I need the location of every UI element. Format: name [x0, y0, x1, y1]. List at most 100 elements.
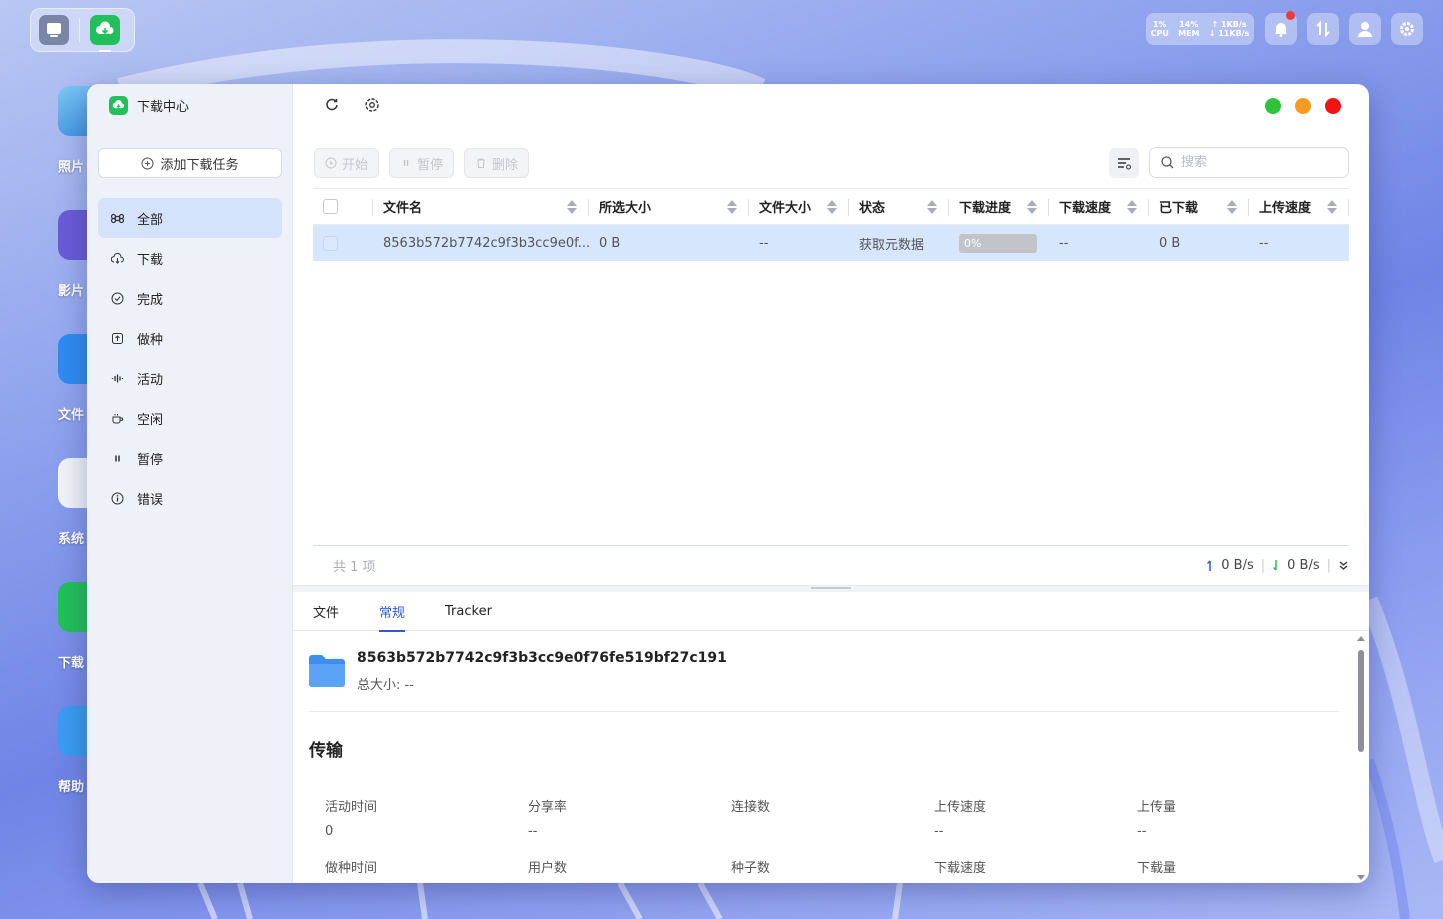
tab-files[interactable]: 文件 — [313, 592, 339, 631]
transfer-button[interactable] — [1307, 13, 1339, 45]
stat-label: 上传速度 — [934, 800, 987, 815]
sidebar-item-label: 活动 — [137, 372, 164, 388]
cell-file-size: -- — [759, 235, 769, 251]
pause-label: 暂停 — [417, 157, 444, 173]
scroll-up-arrow-icon[interactable] — [1357, 636, 1365, 641]
sidebar-item-completed[interactable]: 完成 — [98, 278, 282, 318]
sidebar-item-downloading[interactable]: 下载 — [98, 238, 282, 278]
item-count: 共 1 项 — [333, 560, 376, 575]
panel-splitter[interactable] — [293, 585, 1369, 592]
task-table: 文件名 所选大小 文件大小 状态 下载进度 下载速度 已下载 上传速度 8563… — [313, 188, 1349, 261]
stat-item: 上传速度 -- — [934, 796, 1137, 839]
total-down-rate: 0 B/s — [1287, 558, 1320, 573]
start-label: 开始 — [342, 157, 369, 173]
sidebar-item-idle[interactable]: 空闲 — [98, 398, 282, 438]
stat-value: -- — [1137, 824, 1147, 839]
sidebar-item-error[interactable]: 错误 — [98, 478, 282, 518]
search-box[interactable] — [1149, 147, 1349, 178]
maximize-button[interactable] — [1265, 98, 1281, 114]
header-cell-down-speed[interactable]: 下载速度 — [1049, 189, 1149, 224]
row-checkbox[interactable] — [323, 235, 338, 251]
sidebar-nav: 全部 下载 完成 做种 活动 空闲 暂停 错误 — [98, 198, 282, 518]
cpu-label: CPU — [1150, 29, 1169, 38]
detail-tabs: 文件 常规 Tracker — [293, 592, 1369, 632]
torrent-header: 8563b572b7742c9f3b3cc9e0f76fe519bf27c191… — [309, 649, 727, 693]
sort-icon — [567, 200, 577, 214]
app-title: 下载中心 — [137, 100, 190, 115]
header-cell-status[interactable]: 状态 — [849, 189, 949, 224]
column-filter-button[interactable] — [1109, 148, 1139, 178]
search-input[interactable] — [1181, 155, 1331, 170]
sort-icon — [1027, 200, 1037, 214]
add-task-label: 添加下载任务 — [160, 157, 239, 173]
desktop-app-button[interactable] — [39, 15, 69, 45]
header-cell-selected-size[interactable]: 所选大小 — [589, 189, 749, 224]
delete-button[interactable]: 删除 — [464, 148, 530, 178]
scroll-down-arrow-icon[interactable] — [1357, 875, 1365, 880]
sidebar-item-all[interactable]: 全部 — [98, 198, 282, 238]
sort-icon — [927, 200, 937, 214]
refresh-icon[interactable] — [323, 96, 341, 114]
cloud-download-icon — [111, 252, 124, 265]
header-cell-downloaded[interactable]: 已下载 — [1149, 189, 1249, 224]
pause-button[interactable]: 暂停 — [389, 148, 455, 178]
select-all-checkbox[interactable] — [323, 199, 338, 214]
user-icon — [1358, 22, 1372, 37]
stat-label: 下载速度 — [934, 861, 987, 876]
sort-icon — [1327, 200, 1337, 214]
filter-settings-icon — [1117, 157, 1131, 169]
sidebar-item-label: 空闲 — [137, 412, 164, 428]
desktop-icon-label: 影片 — [58, 284, 85, 299]
gear-icon — [1400, 22, 1414, 36]
notification-dot — [1286, 11, 1295, 20]
sidebar-item-seeding[interactable]: 做种 — [98, 318, 282, 358]
tab-tracker[interactable]: Tracker — [445, 592, 492, 631]
start-button[interactable]: 开始 — [314, 148, 380, 178]
collapse-chevron-icon[interactable] — [1338, 560, 1349, 571]
stat-item: 做种时间 — [325, 857, 528, 883]
header-cell-file-size[interactable]: 文件大小 — [749, 189, 849, 224]
stat-item: 分享率 -- — [528, 796, 731, 839]
stat-item: 连接数 — [731, 796, 934, 839]
header-cell-name[interactable]: 文件名 — [373, 189, 589, 224]
stat-value: 0 — [325, 824, 334, 839]
sidebar-item-active[interactable]: 活动 — [98, 358, 282, 398]
window-controls — [1265, 98, 1341, 114]
transfer-arrows-icon — [1316, 20, 1330, 38]
row-select — [313, 225, 373, 261]
stat-label: 种子数 — [731, 861, 771, 876]
detail-scrollbar[interactable] — [1356, 633, 1366, 883]
user-button[interactable] — [1349, 13, 1381, 45]
tab-general[interactable]: 常规 — [379, 592, 406, 632]
header-select-all — [313, 189, 373, 224]
desktop-icon-label: 系统 — [58, 532, 85, 547]
sidebar-item-label: 做种 — [137, 332, 164, 348]
delete-label: 删除 — [492, 157, 519, 173]
settings-button[interactable] — [1391, 13, 1423, 45]
desktop-icon-label: 下载 — [58, 656, 85, 671]
trash-icon — [477, 158, 486, 168]
header-cell-up-speed[interactable]: 上传速度 — [1249, 189, 1349, 224]
table-row[interactable]: 8563b572b7742c9f3b3cc9e0f... 0 B -- 获取元数… — [313, 225, 1349, 261]
download-center-taskbar-button[interactable] — [90, 15, 120, 52]
header-cell-progress[interactable]: 下载进度 — [949, 189, 1049, 224]
gear-icon[interactable] — [363, 96, 381, 114]
column-label: 文件名 — [383, 201, 423, 216]
notification-button[interactable] — [1265, 11, 1297, 45]
sidebar-item-label: 错误 — [137, 492, 164, 508]
add-task-button[interactable]: 添加下载任务 — [98, 148, 282, 178]
speed-summary: 0 B/s | 0 B/s | — [1206, 558, 1349, 573]
system-status-widget[interactable]: 1% CPU 14% MEM ↑ 1KB/s ↓ 11KB/s — [1146, 13, 1254, 45]
sidebar-item-paused[interactable]: 暂停 — [98, 438, 282, 478]
upload-box-icon — [111, 332, 124, 345]
task-actions: 开始 暂停 删除 — [314, 148, 530, 178]
activity-wave-icon — [111, 372, 124, 385]
close-button[interactable] — [1325, 98, 1341, 114]
info-circle-icon — [111, 492, 124, 505]
download-center-window: 下载中心 添加下载任务 全部 下载 完成 做种 活动 空闲 暂停 错误 开始 暂… — [87, 84, 1369, 883]
divider: | — [1326, 558, 1331, 573]
scroll-thumb[interactable] — [1358, 650, 1364, 752]
net-up-speed: ↑ 1KB/s — [1211, 20, 1247, 29]
cell-status: 获取元数据 — [859, 237, 925, 253]
minimize-button[interactable] — [1295, 98, 1311, 114]
